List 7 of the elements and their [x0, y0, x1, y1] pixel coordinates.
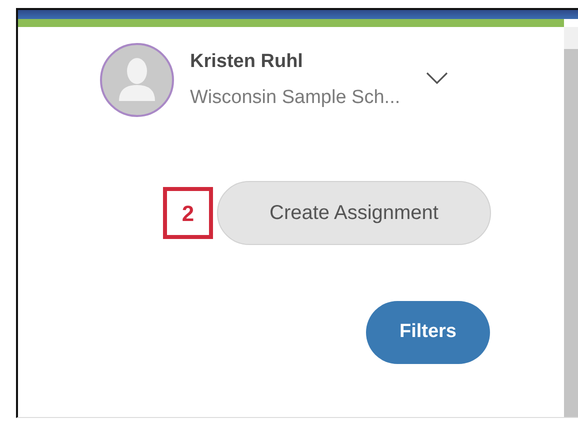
school-name: Wisconsin Sample Sch... — [190, 86, 400, 110]
scrollbar[interactable] — [564, 27, 578, 417]
filters-button[interactable]: Filters — [366, 301, 490, 364]
chevron-icon[interactable] — [426, 72, 448, 84]
step-number: 2 — [163, 187, 213, 239]
create-assignment-button[interactable]: Create Assignment — [217, 181, 491, 245]
user-name: Kristen Ruhl — [190, 50, 304, 74]
